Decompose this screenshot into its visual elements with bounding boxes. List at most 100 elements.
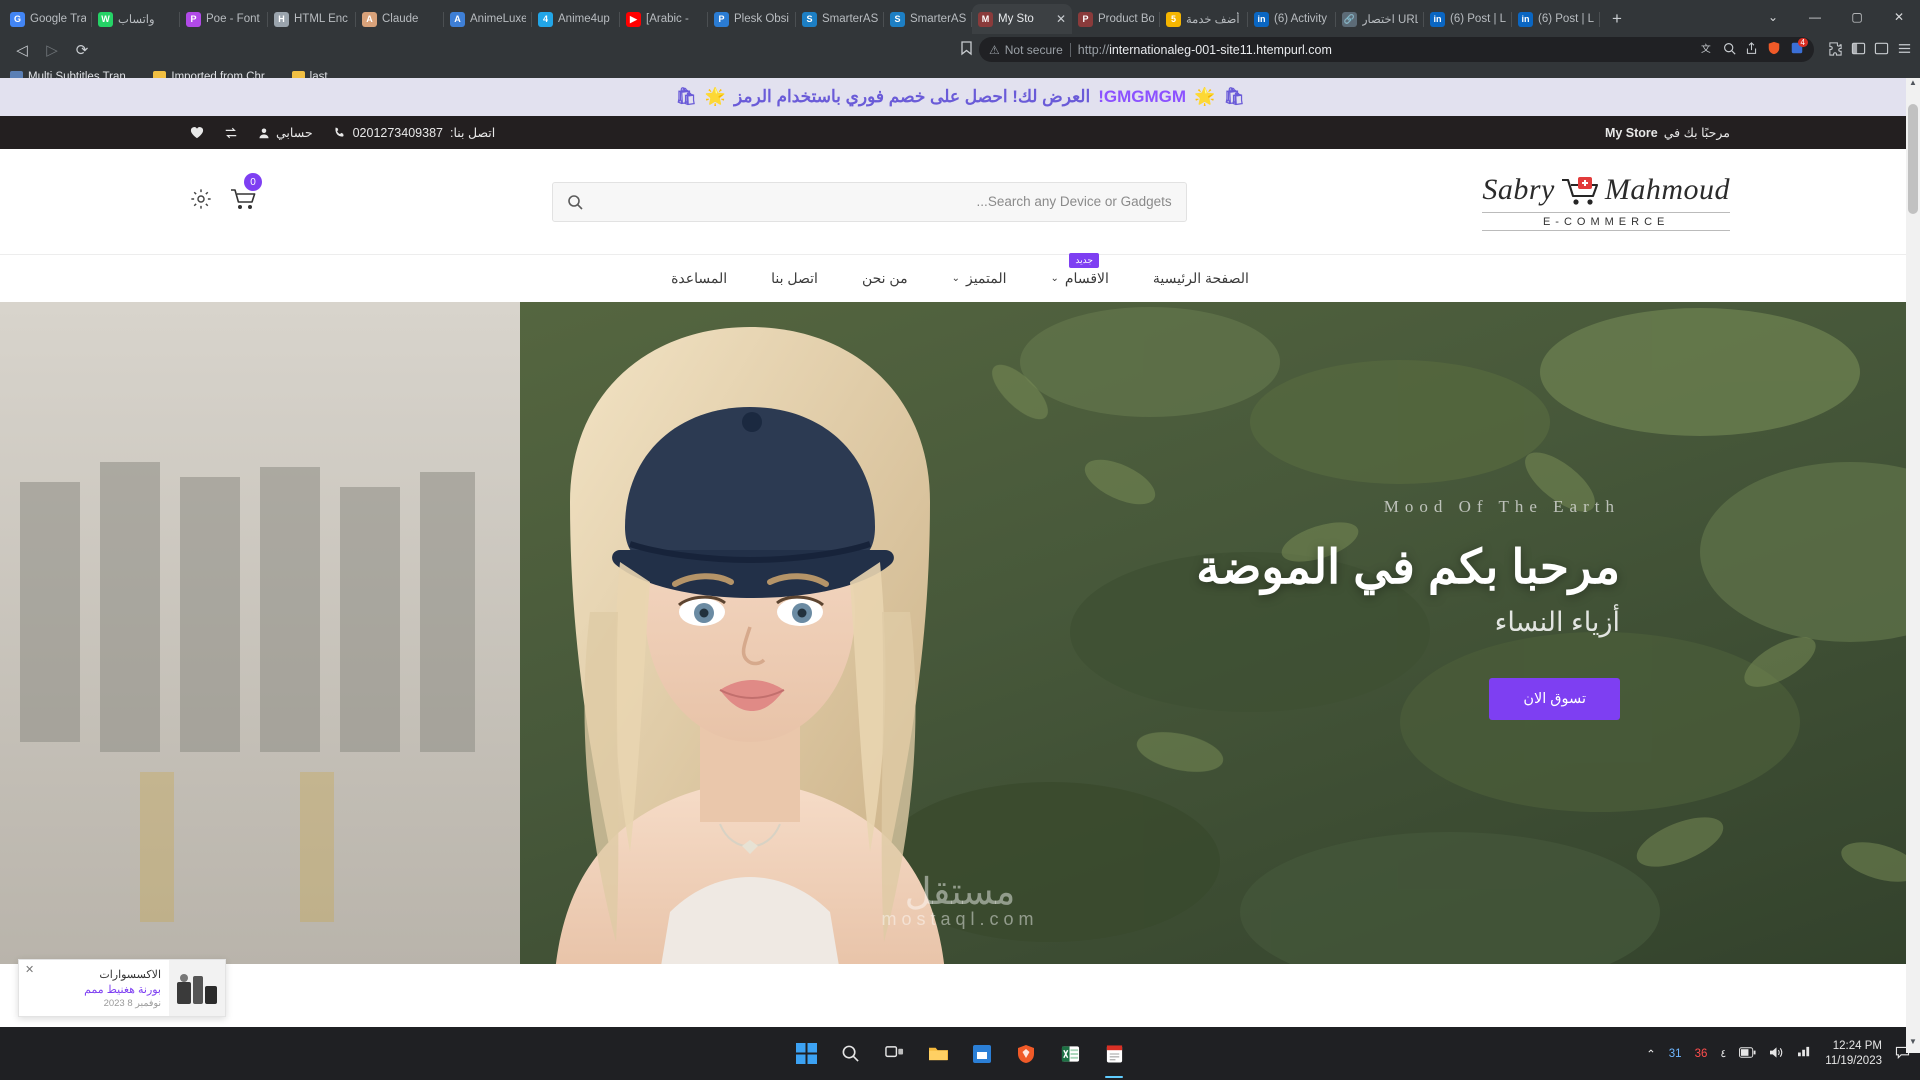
search-box[interactable] [551,181,1187,222]
settings-gear-icon[interactable] [190,188,212,215]
account-link[interactable]: حسابي [258,125,313,140]
volume-icon[interactable] [1769,1046,1784,1062]
translate-icon[interactable]: 文 [1701,41,1714,58]
site-navigation: الصفحة الرئيسية الاقسام ⌄ جديد المتميز ⌄ من نح… [0,253,1920,302]
share-icon[interactable] [1745,41,1758,58]
new-tab-button[interactable]: + [1604,6,1630,32]
file-explorer-icon[interactable] [923,1039,953,1069]
promo-text-row: 🛍 🌟 GMGMGM! العرض لك! احصل على خصم فوري … [675,87,1245,107]
tab-title: SmarterAS [822,13,878,25]
browser-toolbar: ◁ ▷ ⟳ ⚠ Not secure http://internationale… [0,34,1920,65]
svg-text:文: 文 [1701,42,1711,55]
browser-tab[interactable]: in (6) Activity [1248,4,1336,34]
browser-tab[interactable]: M My Sto ✕ [972,4,1072,34]
scrollbar-thumb[interactable] [1908,104,1918,214]
search-taskbar-icon[interactable] [835,1039,865,1069]
tab-favicon-icon: in [1518,11,1533,27]
page-scrollbar[interactable]: ▲ ▼ [1906,78,1920,1053]
hero-model-photo [470,312,1030,964]
scroll-up-arrow[interactable]: ▲ [1906,78,1920,94]
browser-tab[interactable]: S SmarterAS [796,4,884,34]
tray-item-0[interactable]: 31 [1669,1048,1682,1060]
logo-first-name: Mahmoud [1604,172,1730,206]
nav-item[interactable]: الاقسام ⌄ جديد [1051,253,1109,287]
nav-item[interactable]: اتصل بنا [771,270,818,287]
minimize-button[interactable]: — [1794,2,1836,32]
taskbar-clock[interactable]: 12:24 PM 11/19/2023 [1825,1039,1882,1069]
close-popup-icon[interactable]: ✕ [25,963,34,976]
wishlist-heart-icon[interactable] [190,126,204,139]
reload-button[interactable]: ⟳ [68,37,96,63]
browser-tab[interactable]: 5 أضف خدمة [1160,4,1248,34]
tray-item-1[interactable]: 36 [1695,1048,1708,1060]
tray-chevron-icon[interactable]: ⌃ [1646,1047,1656,1061]
tab-favicon-icon: W [98,11,113,27]
browser-tab[interactable]: S SmarterAS [884,4,972,34]
tab-title: (6) Post | L [1450,13,1506,25]
network-icon[interactable] [1797,1046,1812,1062]
hero-subtitle: أزياء النساء [1494,607,1620,637]
nav-item[interactable]: الصفحة الرئيسية [1153,270,1249,287]
browser-tab[interactable]: W واتساب [92,4,180,34]
sidebar-toggle-icon[interactable] [1851,41,1866,59]
browser-tab[interactable]: 🔗 اختصار URL [1336,4,1424,34]
bookmark-icon[interactable] [955,40,977,59]
pdf-app-icon[interactable] [1099,1039,1129,1078]
tab-favicon-icon: S [890,11,905,27]
profile-icon[interactable] [1874,41,1889,59]
security-indicator[interactable]: ⚠ Not secure [989,43,1063,57]
brave-shield-icon[interactable] [1767,41,1781,58]
contact-phone[interactable]: اتصل بنا: 0201273409387 [333,125,495,140]
nav-item-label: المتميز [965,270,1007,286]
compare-icon[interactable] [224,126,238,140]
task-view-icon[interactable] [879,1039,909,1069]
start-windows-icon[interactable] [791,1039,821,1069]
nav-item[interactable]: المساعدة [671,270,727,287]
tab-title: Product Bo [1098,13,1154,25]
browser-tab[interactable]: in (6) Post | L [1424,4,1512,34]
address-bar[interactable]: ⚠ Not secure http://internationaleg-001-… [979,37,1814,62]
browser-tab[interactable]: A AnimeLuxe [444,4,532,34]
tab-title: واتساب [118,14,155,26]
browser-tab[interactable]: P Plesk Obsi [708,4,796,34]
tab-favicon-icon: M [978,11,993,27]
microsoft-store-icon[interactable] [967,1039,997,1069]
tray-language-indicator[interactable]: ٤ [1720,1047,1726,1060]
hero-kicker: Mood Of The Earth [1383,497,1620,516]
nav-item[interactable]: المتميز ⌄ [952,270,1007,287]
search-input[interactable] [582,194,1172,209]
shop-now-button[interactable]: تسوق الان [1489,678,1620,720]
site-logo[interactable]: Mahmoud Sabry E-COMMERCE [1482,173,1730,231]
extension-badge[interactable]: 4 [1790,38,1808,58]
extensions-puzzle-icon[interactable] [1828,41,1843,59]
page-viewport: 🛍 🌟 GMGMGM! العرض لك! احصل على خصم فوري … [0,78,1920,1053]
brave-browser-icon[interactable] [1011,1039,1041,1069]
battery-icon[interactable] [1739,1046,1756,1061]
search-icon[interactable] [567,194,583,210]
search-omnibox-icon[interactable] [1723,42,1736,58]
browser-tab[interactable]: P Poe - Font [180,4,268,34]
browser-tab[interactable]: ▶ [Arabic - [620,4,708,34]
tab-search-caret-icon[interactable]: ⌄ [1752,2,1794,32]
browser-tab[interactable]: P Product Bo [1072,4,1160,34]
chrome-menu-icon[interactable] [1897,41,1912,59]
tab-title: My Sto [998,13,1034,25]
browser-tab[interactable]: 4 Anime4up [532,4,620,34]
forward-button[interactable]: ▷ [38,37,66,63]
cart-button[interactable]: 0 [230,173,262,216]
tab-close-icon[interactable]: ✕ [1056,12,1066,26]
recent-product-popup[interactable]: ✕ الاكسسوارات بورنة هغنيط ممم نوفمبر 8 2… [18,959,226,1017]
browser-tab[interactable]: H HTML Enc [268,4,356,34]
browser-tab[interactable]: G Google Tra [4,4,92,34]
chevron-down-icon: ⌄ [951,273,960,284]
nav-item[interactable]: من نحن [862,270,908,287]
browser-tab[interactable]: A Claude [356,4,444,34]
popup-product-name[interactable]: بورنة هغنيط ممم [23,983,161,996]
maximize-button[interactable]: ▢ [1836,2,1878,32]
back-button[interactable]: ◁ [8,37,36,63]
browser-tab[interactable]: in (6) Post | L [1512,4,1600,34]
hero-banner: Mood Of The Earth مرحبا بكم في الموضة أز… [0,302,1920,964]
close-window-button[interactable]: ✕ [1878,2,1920,32]
excel-icon[interactable] [1055,1039,1085,1069]
scroll-down-arrow[interactable]: ▼ [1906,1037,1920,1053]
